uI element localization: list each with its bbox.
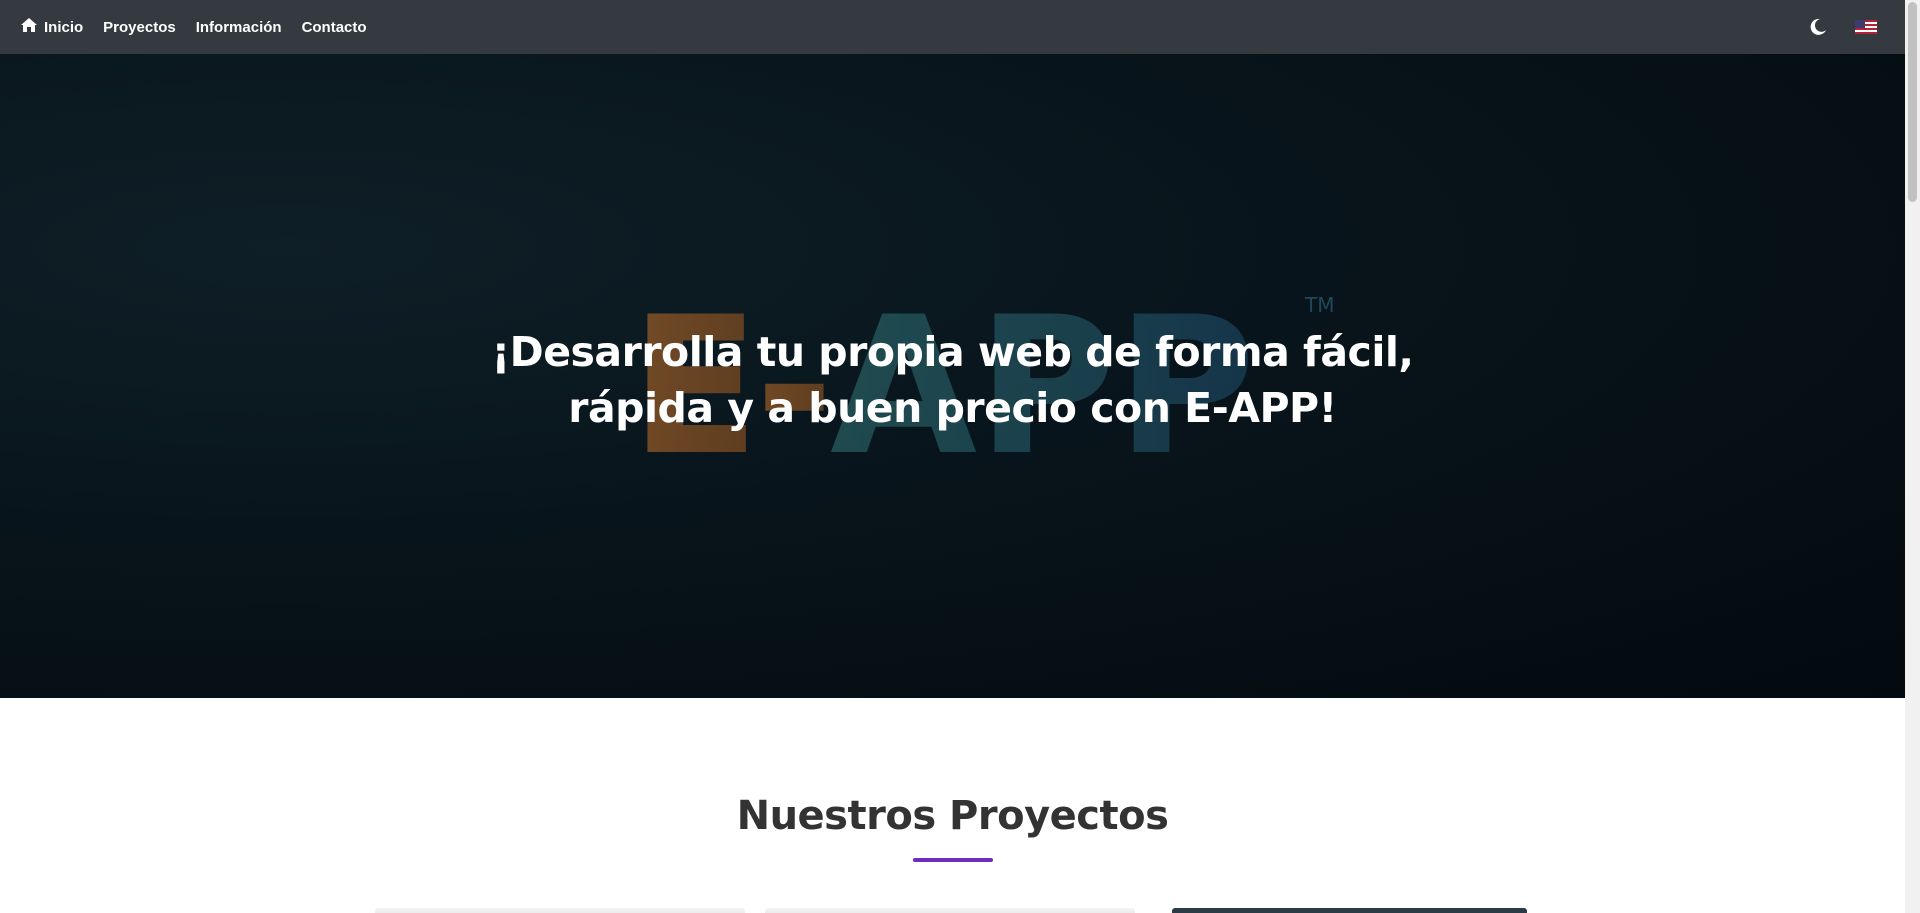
page-scrollbar[interactable] bbox=[1905, 0, 1920, 913]
projects-title: Nuestros Proyectos bbox=[736, 793, 1169, 839]
nav-info-link[interactable]: Información bbox=[196, 19, 282, 36]
top-navbar: Inicio Proyectos Información Contacto bbox=[0, 0, 1905, 54]
hero-title-line2: rápida y a buen precio con E-APP! bbox=[568, 384, 1337, 432]
dark-mode-toggle[interactable] bbox=[1809, 18, 1827, 36]
nav-projects-link[interactable]: Proyectos bbox=[103, 19, 176, 36]
project-card-3-top[interactable] bbox=[1172, 908, 1527, 913]
scrollbar-thumb[interactable] bbox=[1908, 2, 1917, 202]
project-card-1-top[interactable] bbox=[375, 908, 745, 913]
nav-contact-link[interactable]: Contacto bbox=[302, 19, 367, 36]
title-underline bbox=[913, 858, 993, 862]
language-selector[interactable] bbox=[1855, 20, 1877, 34]
hero-section: E - APP TM ¡Desarrolla tu propia web de … bbox=[0, 54, 1905, 698]
nav-links: Inicio Proyectos Información Contacto bbox=[20, 17, 367, 37]
nav-home-link[interactable]: Inicio bbox=[20, 17, 83, 37]
nav-right-controls bbox=[1809, 18, 1885, 36]
project-card-2-top[interactable] bbox=[765, 908, 1135, 913]
moon-icon bbox=[1810, 18, 1826, 35]
projects-section: Nuestros Proyectos bbox=[0, 698, 1905, 913]
nav-home-label: Inicio bbox=[44, 18, 84, 36]
us-flag-icon bbox=[1855, 20, 1877, 34]
hero-title-line1: ¡Desarrolla tu propia web de forma fácil… bbox=[491, 328, 1414, 376]
home-icon bbox=[20, 17, 38, 37]
logo-trademark: TM bbox=[1304, 294, 1334, 317]
hero-title: ¡Desarrolla tu propia web de forma fácil… bbox=[0, 324, 1905, 436]
